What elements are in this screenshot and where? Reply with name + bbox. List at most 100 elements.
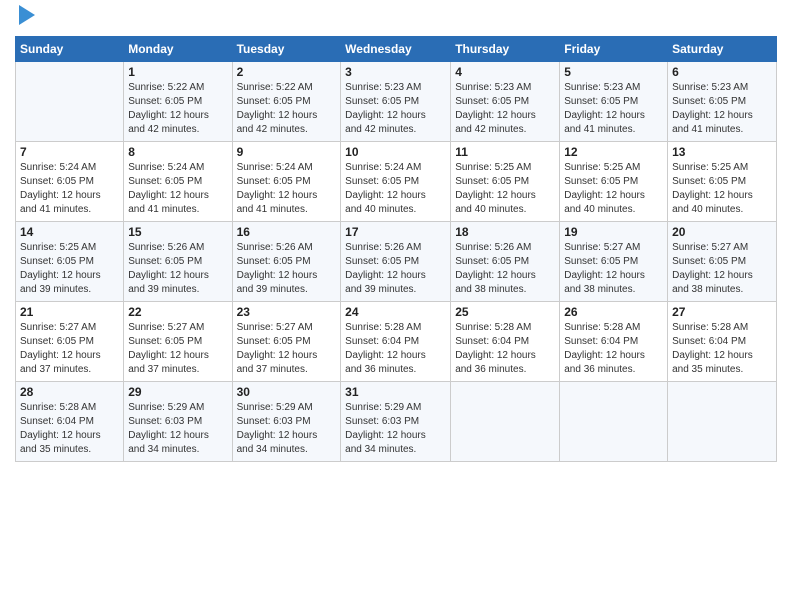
day-info: Sunrise: 5:23 AM Sunset: 6:05 PM Dayligh…: [455, 81, 555, 137]
calendar-cell: 4 Sunrise: 5:23 AM Sunset: 6:05 PM Daylig…: [451, 61, 560, 141]
day-info: Sunrise: 5:26 AM Sunset: 6:05 PM Dayligh…: [128, 241, 227, 297]
logo-arrow-icon: [19, 5, 35, 25]
calendar-week-row: 21 Sunrise: 5:27 AM Sunset: 6:05 PM Dayli…: [16, 301, 777, 381]
calendar-cell: 11 Sunrise: 5:25 AM Sunset: 6:05 PM Dayli…: [451, 141, 560, 221]
day-number: 1: [128, 65, 227, 79]
day-number: 21: [20, 305, 119, 319]
calendar-cell: 9 Sunrise: 5:24 AM Sunset: 6:05 PM Daylig…: [232, 141, 341, 221]
day-info: Sunrise: 5:23 AM Sunset: 6:05 PM Dayligh…: [672, 81, 772, 137]
day-info: Sunrise: 5:27 AM Sunset: 6:05 PM Dayligh…: [564, 241, 663, 297]
day-number: 16: [237, 225, 337, 239]
day-info: Sunrise: 5:26 AM Sunset: 6:05 PM Dayligh…: [237, 241, 337, 297]
day-info: Sunrise: 5:28 AM Sunset: 6:04 PM Dayligh…: [20, 401, 119, 457]
day-info: Sunrise: 5:28 AM Sunset: 6:04 PM Dayligh…: [672, 321, 772, 377]
day-header-sunday: Sunday: [16, 36, 124, 61]
calendar-cell: 1 Sunrise: 5:22 AM Sunset: 6:05 PM Daylig…: [124, 61, 232, 141]
calendar-week-row: 7 Sunrise: 5:24 AM Sunset: 6:05 PM Daylig…: [16, 141, 777, 221]
day-number: 29: [128, 385, 227, 399]
calendar-cell: 3 Sunrise: 5:23 AM Sunset: 6:05 PM Daylig…: [341, 61, 451, 141]
day-number: 25: [455, 305, 555, 319]
day-info: Sunrise: 5:25 AM Sunset: 6:05 PM Dayligh…: [20, 241, 119, 297]
calendar-cell: 25 Sunrise: 5:28 AM Sunset: 6:04 PM Dayli…: [451, 301, 560, 381]
day-info: Sunrise: 5:24 AM Sunset: 6:05 PM Dayligh…: [20, 161, 119, 217]
calendar-cell: 19 Sunrise: 5:27 AM Sunset: 6:05 PM Dayli…: [560, 221, 668, 301]
day-info: Sunrise: 5:23 AM Sunset: 6:05 PM Dayligh…: [345, 81, 446, 137]
day-info: Sunrise: 5:22 AM Sunset: 6:05 PM Dayligh…: [237, 81, 337, 137]
calendar-week-row: 28 Sunrise: 5:28 AM Sunset: 6:04 PM Dayli…: [16, 381, 777, 461]
day-header-saturday: Saturday: [668, 36, 777, 61]
day-header-tuesday: Tuesday: [232, 36, 341, 61]
calendar-cell: 12 Sunrise: 5:25 AM Sunset: 6:05 PM Dayli…: [560, 141, 668, 221]
day-number: 19: [564, 225, 663, 239]
day-number: 31: [345, 385, 446, 399]
day-number: 24: [345, 305, 446, 319]
calendar-cell: 6Sunrise: 5:23 AM Sunset: 6:05 PM Daylig…: [668, 61, 777, 141]
day-info: Sunrise: 5:26 AM Sunset: 6:05 PM Dayligh…: [455, 241, 555, 297]
day-number: 7: [20, 145, 119, 159]
day-number: 11: [455, 145, 555, 159]
day-info: Sunrise: 5:29 AM Sunset: 6:03 PM Dayligh…: [237, 401, 337, 457]
day-number: 18: [455, 225, 555, 239]
calendar-cell: 31 Sunrise: 5:29 AM Sunset: 6:03 PM Dayli…: [341, 381, 451, 461]
day-info: Sunrise: 5:24 AM Sunset: 6:05 PM Dayligh…: [237, 161, 337, 217]
calendar-cell: 15 Sunrise: 5:26 AM Sunset: 6:05 PM Dayli…: [124, 221, 232, 301]
day-info: Sunrise: 5:24 AM Sunset: 6:05 PM Dayligh…: [345, 161, 446, 217]
day-number: 15: [128, 225, 227, 239]
day-number: 17: [345, 225, 446, 239]
day-info: Sunrise: 5:29 AM Sunset: 6:03 PM Dayligh…: [345, 401, 446, 457]
calendar-cell: 22 Sunrise: 5:27 AM Sunset: 6:05 PM Dayli…: [124, 301, 232, 381]
day-number: 14: [20, 225, 119, 239]
calendar-cell: 2 Sunrise: 5:22 AM Sunset: 6:05 PM Daylig…: [232, 61, 341, 141]
calendar-cell: 27 Sunrise: 5:28 AM Sunset: 6:04 PM Dayli…: [668, 301, 777, 381]
day-number: 12: [564, 145, 663, 159]
calendar-cell: 5 Sunrise: 5:23 AM Sunset: 6:05 PM Daylig…: [560, 61, 668, 141]
calendar-cell: 17 Sunrise: 5:26 AM Sunset: 6:05 PM Dayli…: [341, 221, 451, 301]
calendar-table: SundayMondayTuesdayWednesdayThursdayFrid…: [15, 36, 777, 462]
calendar-cell: 23 Sunrise: 5:27 AM Sunset: 6:05 PM Dayli…: [232, 301, 341, 381]
day-number: 23: [237, 305, 337, 319]
calendar-cell: 28 Sunrise: 5:28 AM Sunset: 6:04 PM Dayli…: [16, 381, 124, 461]
day-number: 22: [128, 305, 227, 319]
day-info: Sunrise: 5:25 AM Sunset: 6:05 PM Dayligh…: [672, 161, 772, 217]
day-number: 10: [345, 145, 446, 159]
day-number: 27: [672, 305, 772, 319]
calendar-cell: 26Sunrise: 5:28 AM Sunset: 6:04 PM Dayli…: [560, 301, 668, 381]
day-info: Sunrise: 5:24 AM Sunset: 6:05 PM Dayligh…: [128, 161, 227, 217]
day-info: Sunrise: 5:25 AM Sunset: 6:05 PM Dayligh…: [455, 161, 555, 217]
logo: [15, 10, 35, 30]
day-number: 9: [237, 145, 337, 159]
day-header-friday: Friday: [560, 36, 668, 61]
day-number: 8: [128, 145, 227, 159]
calendar-cell: 30Sunrise: 5:29 AM Sunset: 6:03 PM Dayli…: [232, 381, 341, 461]
day-info: Sunrise: 5:22 AM Sunset: 6:05 PM Dayligh…: [128, 81, 227, 137]
day-info: Sunrise: 5:29 AM Sunset: 6:03 PM Dayligh…: [128, 401, 227, 457]
day-info: Sunrise: 5:28 AM Sunset: 6:04 PM Dayligh…: [455, 321, 555, 377]
day-number: 3: [345, 65, 446, 79]
calendar-week-row: 14 Sunrise: 5:25 AM Sunset: 6:05 PM Dayli…: [16, 221, 777, 301]
day-info: Sunrise: 5:28 AM Sunset: 6:04 PM Dayligh…: [564, 321, 663, 377]
calendar-cell: 8 Sunrise: 5:24 AM Sunset: 6:05 PM Daylig…: [124, 141, 232, 221]
day-info: Sunrise: 5:27 AM Sunset: 6:05 PM Dayligh…: [128, 321, 227, 377]
day-number: 5: [564, 65, 663, 79]
day-info: Sunrise: 5:25 AM Sunset: 6:05 PM Dayligh…: [564, 161, 663, 217]
day-info: Sunrise: 5:27 AM Sunset: 6:05 PM Dayligh…: [20, 321, 119, 377]
day-info: Sunrise: 5:23 AM Sunset: 6:05 PM Dayligh…: [564, 81, 663, 137]
calendar-cell: 20Sunrise: 5:27 AM Sunset: 6:05 PM Dayli…: [668, 221, 777, 301]
calendar-cell: [16, 61, 124, 141]
calendar-cell: 29 Sunrise: 5:29 AM Sunset: 6:03 PM Dayli…: [124, 381, 232, 461]
calendar-week-row: 1 Sunrise: 5:22 AM Sunset: 6:05 PM Daylig…: [16, 61, 777, 141]
day-info: Sunrise: 5:26 AM Sunset: 6:05 PM Dayligh…: [345, 241, 446, 297]
page-header: [15, 10, 777, 30]
day-info: Sunrise: 5:27 AM Sunset: 6:05 PM Dayligh…: [237, 321, 337, 377]
calendar-cell: 13Sunrise: 5:25 AM Sunset: 6:05 PM Dayli…: [668, 141, 777, 221]
day-number: 2: [237, 65, 337, 79]
day-header-wednesday: Wednesday: [341, 36, 451, 61]
day-header-monday: Monday: [124, 36, 232, 61]
day-number: 4: [455, 65, 555, 79]
calendar-cell: 24Sunrise: 5:28 AM Sunset: 6:04 PM Dayli…: [341, 301, 451, 381]
calendar-cell: 10 Sunrise: 5:24 AM Sunset: 6:05 PM Dayli…: [341, 141, 451, 221]
calendar-cell: 16 Sunrise: 5:26 AM Sunset: 6:05 PM Dayli…: [232, 221, 341, 301]
calendar-cell: [451, 381, 560, 461]
day-number: 28: [20, 385, 119, 399]
calendar-cell: 14 Sunrise: 5:25 AM Sunset: 6:05 PM Dayli…: [16, 221, 124, 301]
